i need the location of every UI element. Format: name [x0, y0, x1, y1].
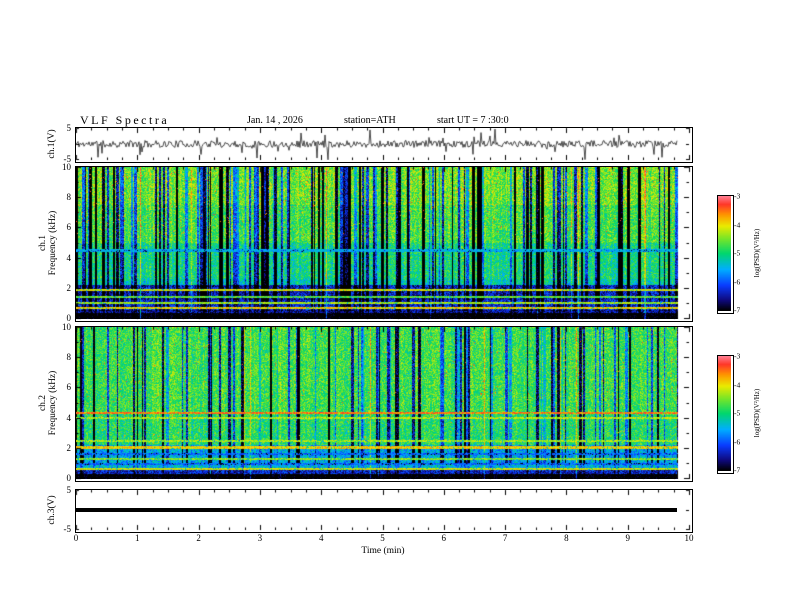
ch2-frequency-axis-line2: Frequency (kHz): [48, 370, 58, 436]
ch1-frequency-axis-line2: Frequency (kHz): [48, 210, 58, 276]
x-tick-label: 0: [73, 533, 79, 543]
y-tick-label: 0: [66, 473, 72, 483]
ch3-waveform-panel: [75, 489, 693, 533]
vlf-spectra-figure: VLF Spectra Jan. 14 , 2026 station=ATH s…: [0, 0, 792, 612]
ch2-frequency-axis-label: ch.2 Frequency (kHz): [38, 371, 58, 436]
y-tick-label: 10: [62, 322, 71, 332]
x-tick-label: 5: [380, 533, 385, 543]
colorbar-tick-label: -4: [734, 220, 741, 229]
date-label: Jan. 14 , 2026: [247, 115, 303, 126]
ch1-frequency-axis-line1: ch.1: [38, 234, 48, 252]
ch2-spectrogram-panel: [75, 326, 693, 482]
y-tick-label: -5: [63, 524, 72, 534]
ch3-voltage-axis-text: ch.3(V): [47, 495, 57, 525]
y-tick-label: 4: [66, 412, 72, 423]
ch2-spectrogram-canvas: [76, 327, 690, 479]
y-tick-label: 4: [66, 252, 72, 263]
station-label: station=ATH: [344, 115, 396, 126]
colorbar-tick-label: -7: [734, 305, 741, 315]
y-tick-label: -5: [63, 154, 72, 164]
colorbar-tick-label: -5: [734, 408, 741, 418]
colorbar-2-label: log(PSD)(V²/Hz): [753, 388, 761, 438]
ch1-frequency-axis-label: ch.1 Frequency (kHz): [38, 211, 58, 276]
x-tick-label: 3: [257, 533, 263, 543]
time-axis-label: Time (min): [361, 546, 405, 556]
colorbar-tick-label: -4: [734, 380, 741, 389]
x-tick-label: 6: [441, 533, 447, 543]
ch2-frequency-axis-line1: ch.2: [38, 394, 48, 412]
ch1-voltage-axis-label: ch.1(V): [47, 129, 57, 158]
y-tick-label: 5: [66, 485, 72, 495]
start-ut-label: start UT = 7 :30:0: [437, 115, 509, 126]
y-tick-label: 2: [66, 282, 72, 293]
ch1-spectrogram-canvas: [76, 167, 690, 319]
x-tick-label: 9: [625, 533, 630, 543]
colorbar-tick-label: -6: [734, 277, 741, 286]
y-tick-label: 2: [66, 442, 72, 453]
colorbar-tick-label: -7: [734, 465, 741, 475]
x-tick-label: 7: [502, 533, 508, 543]
x-tick-label: 8: [564, 533, 569, 543]
y-tick-label: 5: [66, 123, 72, 133]
ch1-spectrogram-panel: [75, 166, 693, 322]
y-tick-label: 6: [66, 222, 72, 233]
colorbar-2-canvas: [718, 356, 731, 471]
x-tick-label: 4: [318, 533, 324, 543]
x-tick-label: 10: [684, 533, 694, 543]
colorbar-1-label: log(PSD)(V²/Hz): [753, 228, 761, 278]
colorbar-1: [717, 195, 734, 314]
colorbar-1-canvas: [718, 196, 731, 311]
colorbar-tick-label: -3: [734, 351, 741, 361]
ch1-waveform-canvas: [76, 128, 690, 160]
colorbar-tick-label: -6: [734, 437, 741, 446]
ch3-voltage-axis-label: ch.3(V): [47, 495, 57, 524]
y-tick-label: 8: [66, 192, 72, 203]
x-tick-label: 2: [196, 533, 201, 543]
ch1-waveform-panel: [75, 127, 693, 163]
colorbar-tick-label: -5: [734, 248, 741, 258]
plot-title: VLF Spectra: [80, 113, 170, 127]
ch1-voltage-axis-text: ch.1(V): [47, 129, 57, 159]
colorbar-2: [717, 355, 734, 474]
y-tick-label: 6: [66, 382, 72, 393]
ch3-flatline: [76, 508, 677, 512]
y-tick-label: 8: [66, 352, 72, 363]
x-tick-label: 1: [135, 533, 140, 543]
colorbar-tick-label: -3: [734, 191, 741, 201]
